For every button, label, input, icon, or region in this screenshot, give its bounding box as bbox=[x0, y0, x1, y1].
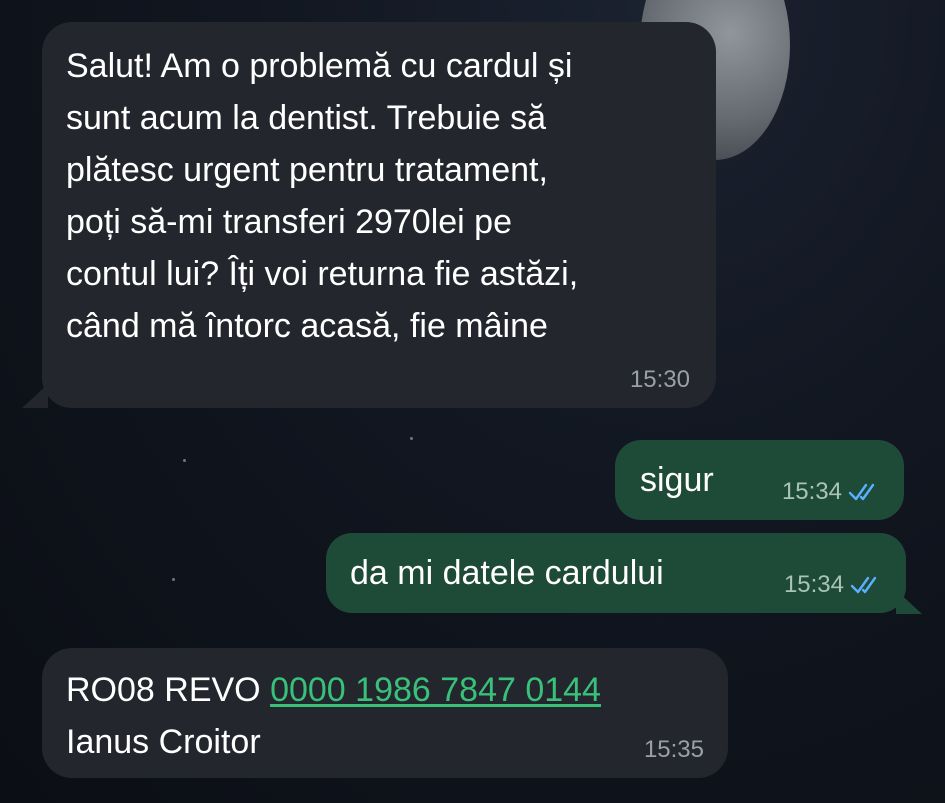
message-text: Salut! Am o problemă cu cardul și sunt a… bbox=[66, 47, 579, 345]
message-time: 15:34 bbox=[783, 571, 844, 598]
double-check-icon bbox=[848, 483, 875, 501]
account-number-link[interactable]: 0000 1986 7847 0144 bbox=[270, 671, 601, 709]
message-meta: 15:34 bbox=[784, 571, 884, 599]
message-time: 15:30 bbox=[629, 366, 690, 393]
message-bubble-incoming[interactable]: Salut! Am o problemă cu cardul și sunt a… bbox=[42, 22, 716, 408]
double-check-icon bbox=[850, 576, 877, 594]
star-decoration bbox=[410, 437, 413, 440]
message-text: sigur bbox=[640, 461, 714, 499]
account-holder-name: Ianus Croitor bbox=[66, 723, 261, 761]
message-bubble-outgoing[interactable]: da mi datele cardului 15:34 bbox=[326, 533, 906, 613]
star-decoration bbox=[183, 459, 186, 462]
message-text: da mi datele cardului bbox=[350, 554, 664, 592]
message-time: 15:35 bbox=[643, 736, 704, 763]
message-bubble-incoming[interactable]: RO08 REVO 0000 1986 7847 0144 Ianus Croi… bbox=[42, 648, 728, 778]
message-time: 15:34 bbox=[781, 478, 842, 505]
message-bubble-outgoing[interactable]: sigur 15:34 bbox=[615, 440, 904, 520]
iban-prefix: RO08 REVO bbox=[66, 671, 271, 709]
star-decoration bbox=[172, 578, 175, 581]
message-meta: 15:34 bbox=[782, 478, 882, 506]
message-line: RO08 REVO 0000 1986 7847 0144 bbox=[66, 664, 704, 716]
